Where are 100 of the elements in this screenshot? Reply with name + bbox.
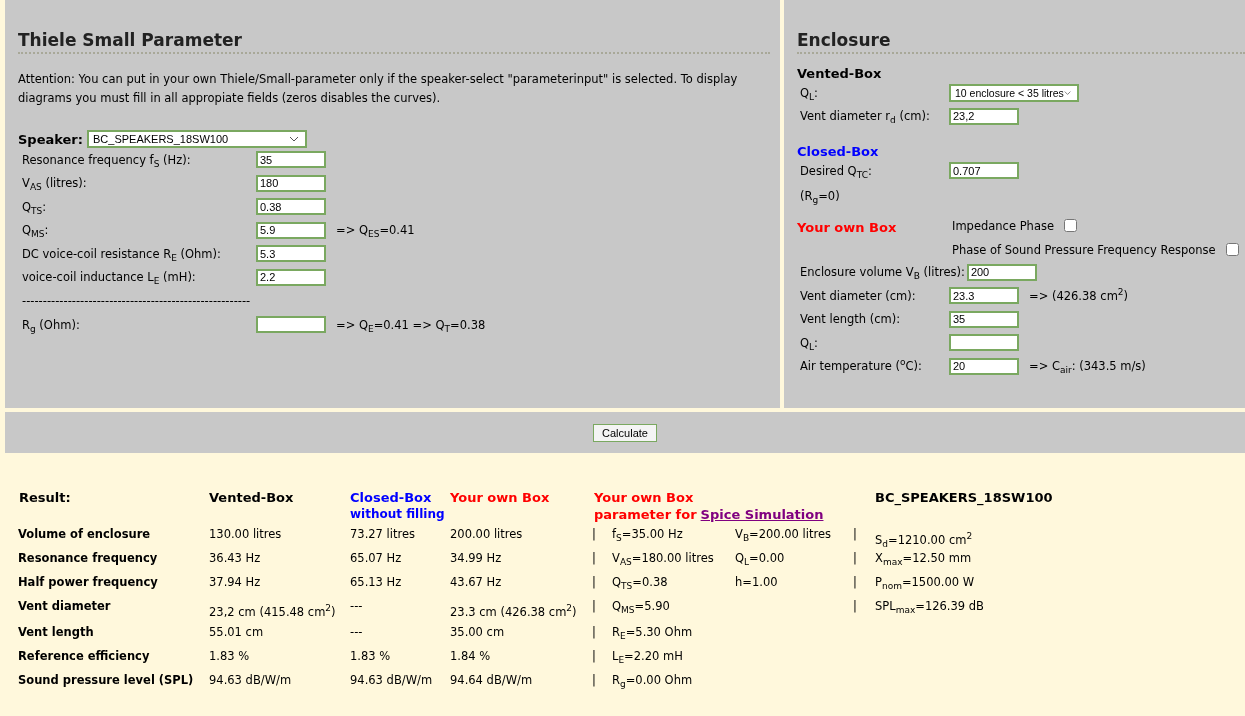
field-label: Air temperature ($^{o}$C): [799,359,923,374]
caret-icon [289,136,299,142]
table-cell: 43.67 Hz [450,575,502,589]
checkbox[interactable] [1064,219,1077,232]
input-field[interactable] [256,316,326,334]
table-cell: 55.01 cm [209,625,264,639]
computed-value: => (426.38 cm$^{2}$) [1029,288,1129,303]
table-cell: 94.63 dB/W/m [350,673,433,687]
table-cell: --- [350,599,363,613]
computed-value: => C$_{air}$: (343.5 m/s) [1029,359,1146,374]
table-cell: Q$_{TS}$=0.38 [612,575,668,589]
table-cell: 94.64 dB/W/m [450,673,533,687]
row-label: Reference efficiency [18,649,150,663]
dropdown[interactable]: 10 enclosure < 35 litres [949,83,1079,102]
field-label: V$_{AS}$ (litres): [21,176,88,191]
field-label: Q$_{TS}$: [21,199,48,214]
table-cell: 130.00 litres [209,527,282,541]
separator-line: ------------------------------------------------------- [22,294,251,308]
column-heading: Result: [18,489,72,507]
input-field[interactable]: 35 [949,310,1019,328]
field-label: Q$_{L}$: [799,85,819,100]
table-cell: R$_{g}$=0.00 Ohm [612,673,693,687]
table-cell: 65.13 Hz [350,575,402,589]
table-cell: R$_{E}$=5.30 Ohm [612,625,693,639]
column-divider: | [592,575,596,589]
section-title: Enclosure [797,30,1245,54]
input-field[interactable]: 23,2 [949,107,1019,125]
field-label: Resonance frequency f$_{S}$ (Hz): [21,152,192,167]
field-label: Q$_{MS}$: [21,223,50,238]
column-divider: | [592,649,596,663]
field-label: Vent diameter r$_{d}$ (cm): [799,109,931,124]
section-title: Thiele Small Parameter [18,30,770,54]
table-cell: 37.94 Hz [209,575,261,589]
table-cell: 23,2 cm (415.48 cm$^{2}$) [209,605,336,619]
input-field[interactable]: 0.707 [949,162,1019,180]
calculate-button[interactable]: Calculate [593,423,657,442]
table-cell: 1.83 % [350,649,391,663]
field-label: Q$_{L}$: [799,335,819,350]
column-heading: Your own Box [450,489,551,506]
input-field[interactable]: 20 [949,357,1019,375]
table-cell: h=1.00 [735,575,778,589]
column-divider: | [592,673,596,687]
input-field[interactable]: 35 [256,151,326,169]
column-divider: | [853,551,857,565]
table-cell: P$_{nom}$=1500.00 W [875,575,975,589]
table-cell: 73.27 litres [350,527,416,541]
table-cell: 23.3 cm (426.38 cm$^{2}$) [450,605,577,619]
column-heading: Your own Box [594,489,695,506]
computed-value: => Q$_{ES}$=0.41 [336,223,415,238]
checkbox[interactable] [1225,243,1239,256]
table-cell: 34.99 Hz [450,551,502,565]
table-cell: 65.07 Hz [350,551,402,565]
table-cell: f$_{S}$=35.00 Hz [612,527,683,541]
table-cell: 1.83 % [209,649,250,663]
row-label: Vent diameter [18,599,111,613]
field-label: voice-coil inductance L$_{E}$ (mH): [21,270,197,285]
table-cell: 1.84 % [450,649,491,663]
subsection-heading: Vented-Box [797,66,883,81]
subsection-heading: Your own Box [797,218,898,235]
row-label: Vent length [18,625,94,639]
table-cell: S$_{d}$=1210.00 cm$^{2}$ [875,533,973,547]
table-cell: V$_{B}$=200.00 litres [735,527,832,541]
dropdown[interactable]: BC_SPEAKERS_18SW100 [87,130,307,148]
row-label: Volume of enclosure [18,527,151,541]
input-field[interactable]: 2.2 [256,268,326,286]
input-field[interactable]: 180 [256,174,326,192]
input-field[interactable]: 0.38 [256,198,326,216]
table-cell: 94.63 dB/W/m [209,673,292,687]
column-divider: | [592,527,596,541]
column-subheading: without filling [350,506,446,523]
checkbox-label: Impedance Phase [952,218,1054,233]
column-divider: | [853,575,857,589]
input-field[interactable]: 5.9 [256,221,326,239]
field-label: Vent length (cm): [799,312,902,327]
table-cell: 36.43 Hz [209,551,261,565]
computed-value: => Q$_{E}$=0.41 => Q$_{T}$=0.38 [336,317,486,332]
table-cell: 35.00 cm [450,625,505,639]
input-field[interactable] [949,334,1019,352]
field-label: Enclosure volume V$_{B}$ (litres): [799,265,966,280]
field-label: Vent diameter (cm): [799,288,917,303]
caret-icon [1063,89,1071,96]
column-divider: | [853,599,857,613]
row-label: Half power frequency [18,575,158,589]
input-field[interactable]: 5.3 [256,245,326,263]
column-divider: | [592,551,596,565]
table-cell: X$_{max}$=12.50 mm [875,551,972,565]
column-divider: | [592,599,596,613]
table-cell: 200.00 litres [450,527,523,541]
row-label: Resonance frequency [18,551,158,565]
column-heading: BC_SPEAKERS_18SW100 [875,490,1053,505]
speaker-label: Speaker: [18,131,83,147]
input-field[interactable]: 23.3 [949,287,1019,305]
table-cell: SPL$_{max}$=126.39 dB [875,599,984,613]
field-label: DC voice-coil resistance R$_{E}$ (Ohm): [21,246,222,261]
table-cell: Q$_{MS}$=5.90 [612,599,670,613]
subsection-heading: Closed-Box [797,144,880,159]
spice-simulation-link[interactable]: Spice Simulation [700,507,824,522]
column-divider: | [592,625,596,639]
table-cell: V$_{AS}$=180.00 litres [612,551,714,565]
input-field[interactable]: 200 [966,263,1037,281]
